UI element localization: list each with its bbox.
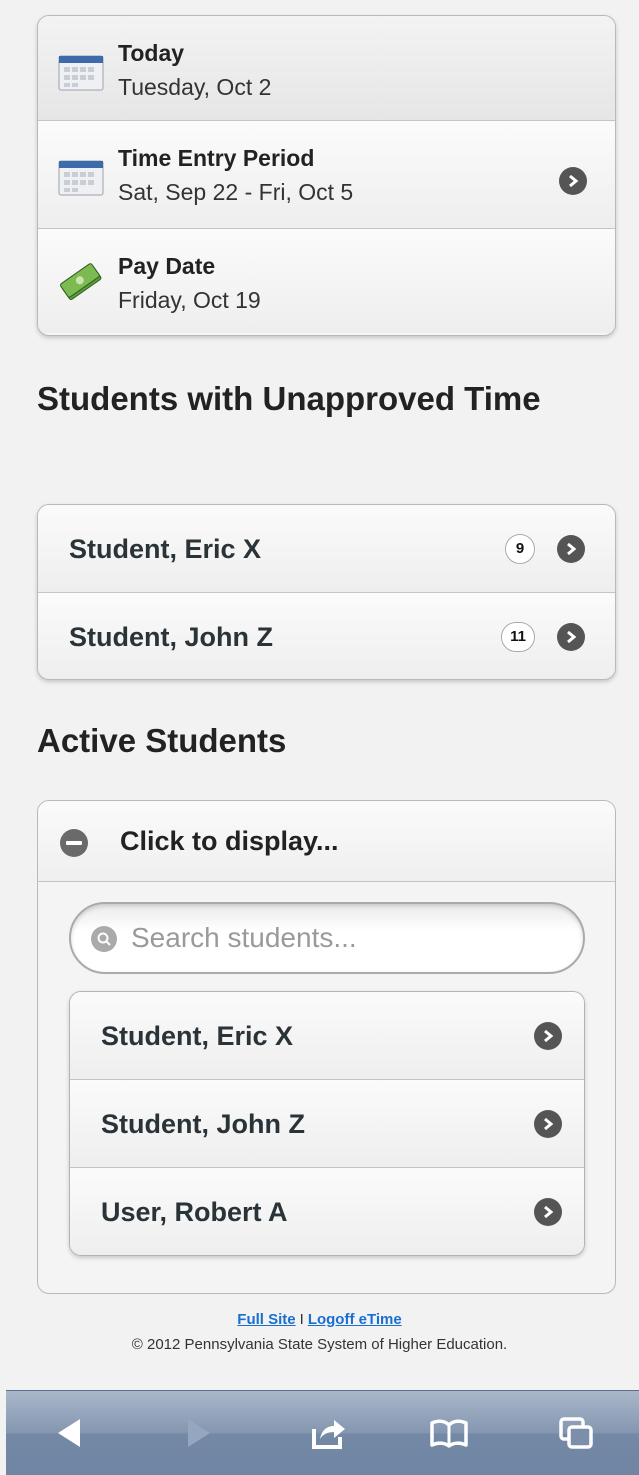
footer-separator: I (299, 1311, 304, 1328)
count-badge: 11 (501, 622, 535, 652)
list-item[interactable]: User, Robert A (70, 1168, 584, 1255)
today-value: Tuesday, Oct 2 (118, 74, 272, 100)
chevron-right-icon[interactable] (534, 1022, 562, 1050)
active-students-collapsible: Click to display... Student, Eric X Stud… (37, 800, 616, 1294)
calendar-icon (58, 160, 104, 196)
pay-title: Pay Date (118, 253, 216, 279)
pay-value: Friday, Oct 19 (118, 287, 261, 313)
student-name: Student, John Z (69, 622, 273, 652)
today-title: Today (118, 40, 185, 66)
tabs-button[interactable] (554, 1413, 598, 1453)
browser-toolbar (6, 1390, 639, 1475)
period-title: Time Entry Period (118, 145, 315, 171)
money-icon (59, 263, 102, 300)
collapse-icon (60, 829, 88, 857)
forward-button[interactable] (176, 1413, 220, 1453)
footer-links: Full Site I Logoff eTime (0, 1311, 639, 1328)
count-badge: 9 (505, 534, 535, 564)
unapproved-heading: Students with Unapproved Time (37, 380, 541, 417)
bookmarks-button[interactable] (427, 1413, 471, 1453)
share-icon (312, 1420, 345, 1449)
chevron-right-icon[interactable] (534, 1110, 562, 1138)
student-name: Student, Eric X (69, 534, 262, 564)
today-row: Today Tuesday, Oct 2 (38, 16, 615, 121)
book-icon (430, 1419, 468, 1448)
active-students-list: Student, Eric X Student, John Z User, Ro… (69, 991, 585, 1256)
logoff-link[interactable]: Logoff eTime (308, 1311, 402, 1328)
footer: Full Site I Logoff eTime © 2012 Pennsylvan… (0, 1311, 639, 1353)
student-name: Student, John Z (101, 1109, 305, 1139)
copyright: © 2012 Pennsylvania State System of High… (131, 1336, 508, 1353)
back-button[interactable] (48, 1413, 92, 1453)
search-input[interactable] (131, 904, 571, 972)
pay-date-row: Pay Date Friday, Oct 19 (38, 229, 615, 333)
chevron-right-icon[interactable] (559, 167, 587, 195)
collapsible-label: Click to display... (120, 826, 339, 856)
tabs-icon (559, 1417, 593, 1449)
time-entry-period-row[interactable]: Time Entry Period Sat, Sep 22 - Fri, Oct… (38, 121, 615, 229)
collapsible-toggle[interactable]: Click to display... (38, 801, 615, 882)
info-card: Today Tuesday, Oct 2 Time Entry Period S… (37, 15, 616, 336)
student-name: Student, Eric X (101, 1021, 294, 1051)
chevron-right-icon[interactable] (534, 1198, 562, 1226)
back-arrow-icon (58, 1419, 80, 1447)
list-item[interactable]: Student, John Z 11 (38, 593, 615, 679)
full-site-link[interactable]: Full Site (237, 1311, 295, 1328)
active-students-heading: Active Students (37, 722, 287, 759)
search-icon (91, 926, 117, 952)
share-button[interactable] (306, 1413, 350, 1453)
search-box (69, 902, 585, 974)
unapproved-list: Student, Eric X 9 Student, John Z 11 (37, 504, 616, 680)
calendar-icon (58, 55, 104, 91)
list-item[interactable]: Student, John Z (70, 1080, 584, 1168)
list-item[interactable]: Student, Eric X (70, 992, 584, 1080)
student-name: User, Robert A (101, 1197, 288, 1227)
period-value: Sat, Sep 22 - Fri, Oct 5 (118, 179, 354, 205)
chevron-right-icon[interactable] (557, 623, 585, 651)
list-item[interactable]: Student, Eric X 9 (38, 505, 615, 593)
chevron-right-icon[interactable] (557, 535, 585, 563)
forward-arrow-icon (188, 1419, 210, 1447)
page: Today Tuesday, Oct 2 Time Entry Period S… (0, 0, 639, 1390)
